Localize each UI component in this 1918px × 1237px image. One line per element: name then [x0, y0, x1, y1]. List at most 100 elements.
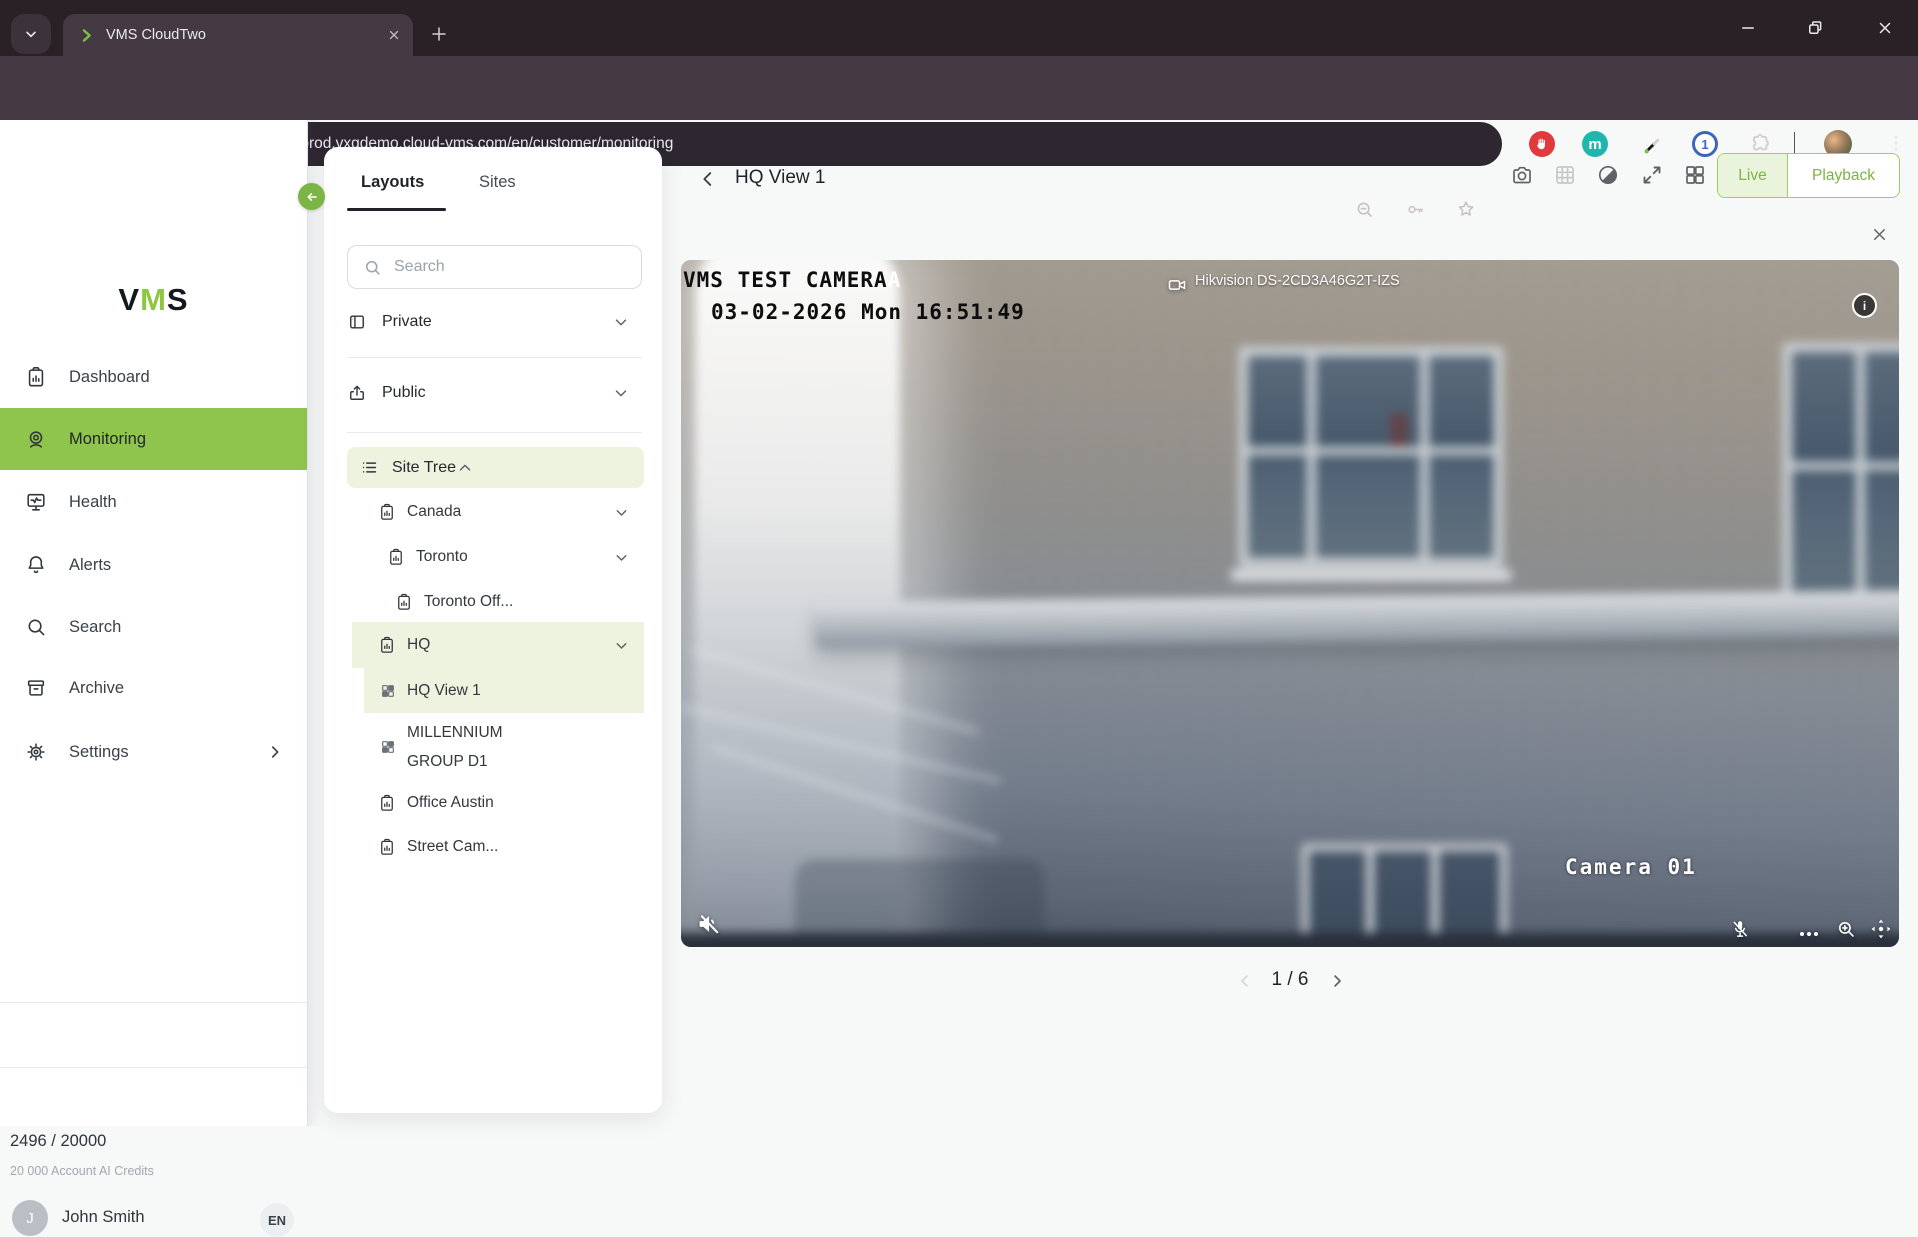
language-code: EN: [267, 1212, 287, 1228]
section-public[interactable]: Public: [347, 373, 644, 413]
adblock-extension-icon[interactable]: [1529, 131, 1555, 157]
close-view-icon[interactable]: [1870, 225, 1889, 244]
page-indicator: 1 / 6: [1271, 969, 1309, 990]
tree-item-label: MILLENNIUM GROUP D1: [407, 723, 503, 770]
building-window: [1239, 347, 1503, 567]
ai-credits-value: 2496 / 20000: [10, 1132, 107, 1150]
language-selector[interactable]: EN: [260, 1203, 294, 1237]
sidebar-item-archive[interactable]: Archive: [0, 657, 307, 719]
live-button[interactable]: Live: [1718, 154, 1788, 197]
tab-search-button[interactable]: [11, 14, 51, 54]
zoom-out-icon[interactable]: [1354, 199, 1375, 220]
playback-button[interactable]: Playback: [1788, 154, 1899, 197]
osd-datetime: 03-02-2026 Mon 16:51:49: [711, 300, 1025, 324]
page-title: HQ View 1: [735, 167, 826, 188]
camera-video-tile[interactable]: VMS TEST CAMERAA 03-02-2026 Mon 16:51:49…: [681, 260, 1899, 947]
digital-zoom-icon[interactable]: [1835, 918, 1857, 940]
eyedropper-extension-icon[interactable]: [1641, 131, 1667, 157]
browser-tab-strip: VMS CloudTwo: [0, 0, 1918, 56]
chevron-down-icon: [26, 31, 36, 38]
tree-item-toronto-office[interactable]: Toronto Off...: [395, 583, 644, 621]
tree-item-label: Canada: [407, 503, 462, 520]
camera-info-button[interactable]: i: [1852, 293, 1877, 318]
browser-menu-icon[interactable]: [1886, 133, 1906, 153]
sidebar-item-search[interactable]: Search: [0, 596, 307, 658]
page-prev-icon[interactable]: [1236, 972, 1254, 990]
sidebar-item-health[interactable]: Health: [0, 471, 307, 533]
device-name-label: Hikvision DS-2CD3A46G2T-IZS: [1195, 273, 1400, 289]
sidebar-item-label: Dashboard: [69, 367, 150, 386]
tree-item-millennium-group-d1[interactable]: MILLENNIUM GROUP D1: [364, 715, 644, 778]
site-icon: [398, 593, 410, 610]
contrast-icon[interactable]: [1596, 163, 1620, 187]
page-next-icon[interactable]: [1328, 972, 1346, 990]
sidebar-item-alerts[interactable]: Alerts: [0, 534, 307, 596]
tree-item-label: Toronto Off...: [424, 593, 514, 610]
film-strip-icon[interactable]: [1553, 163, 1577, 187]
sidebar-item-dashboard[interactable]: Dashboard: [0, 346, 307, 408]
tree-item-canada[interactable]: Canada: [378, 493, 644, 531]
app-sidebar: VMS Dashboard Monitoring Health Alerts S…: [0, 120, 307, 1237]
chevron-down-icon: [616, 509, 627, 516]
section-site-tree[interactable]: Site Tree: [347, 447, 644, 488]
browser-toolbar: cloudtwo-prod.vxgdemo.cloud-vms.com/en/c…: [0, 56, 1918, 217]
tab-title: VMS CloudTwo: [106, 27, 206, 43]
window-minimize-button[interactable]: [1739, 19, 1757, 37]
chevron-up-icon: [459, 464, 471, 471]
window-restore-button[interactable]: [1806, 19, 1824, 37]
building-window: [1783, 343, 1899, 605]
site-icon: [390, 548, 402, 565]
monica-letter: m: [1588, 135, 1602, 153]
password-key-icon[interactable]: [1405, 199, 1426, 220]
section-private[interactable]: Private: [347, 302, 644, 342]
bell-icon: [28, 556, 44, 574]
sidebar-collapse-button[interactable]: [298, 183, 325, 210]
search-input[interactable]: [394, 258, 614, 276]
dashboard-icon: [28, 367, 44, 387]
chevron-down-icon: [616, 554, 627, 561]
layout-grid-icon: [382, 740, 394, 753]
tab-sites[interactable]: Sites: [479, 173, 516, 192]
divider: [347, 432, 642, 433]
more-options-icon[interactable]: [1797, 922, 1821, 946]
snapshot-camera-icon[interactable]: [1510, 163, 1534, 187]
sidebar-item-monitoring[interactable]: Monitoring: [0, 408, 307, 470]
video-camera-icon: [1168, 280, 1186, 290]
onepassword-extension-icon[interactable]: 1: [1692, 131, 1718, 157]
onepassword-digit: 1: [1701, 136, 1709, 152]
health-monitor-icon: [27, 493, 45, 511]
user-name: John Smith: [62, 1208, 145, 1226]
monica-extension-icon[interactable]: m: [1582, 131, 1608, 157]
site-icon: [381, 636, 393, 653]
new-tab-button[interactable]: [430, 25, 448, 43]
ptz-pan-icon[interactable]: [1869, 917, 1893, 941]
ai-credits-caption: 20 000 Account AI Credits: [10, 1164, 154, 1178]
speaker-muted-icon[interactable]: [695, 910, 723, 938]
browser-tab[interactable]: VMS CloudTwo: [63, 14, 413, 56]
sidebar-item-settings[interactable]: Settings: [0, 721, 307, 783]
tree-item-label: Office Austin: [407, 794, 494, 811]
layout-views-icon[interactable]: [1683, 163, 1707, 187]
search-icon: [28, 619, 45, 636]
public-layouts-icon: [350, 385, 364, 400]
tree-item-hq-view-1[interactable]: HQ View 1: [364, 668, 644, 713]
mic-muted-icon[interactable]: [1729, 918, 1751, 940]
divider: [347, 357, 642, 358]
fullscreen-icon[interactable]: [1640, 163, 1664, 187]
layouts-panel: Layouts Sites Private Public Site Tree C…: [324, 147, 662, 1113]
user-avatar[interactable]: J: [12, 1200, 48, 1236]
tree-item-office-austin[interactable]: Office Austin: [378, 784, 644, 822]
tab-layouts[interactable]: Layouts: [361, 173, 424, 192]
hand-icon: [1536, 138, 1545, 150]
tree-item-hq[interactable]: HQ: [352, 622, 644, 668]
arrow-left-icon: [306, 192, 317, 201]
tree-item-toronto[interactable]: Toronto: [387, 538, 644, 576]
panel-search[interactable]: [347, 245, 642, 289]
bookmark-star-icon[interactable]: [1455, 198, 1477, 220]
chevron-down-icon: [615, 390, 627, 397]
tab-close-icon[interactable]: [387, 28, 401, 42]
tree-item-street-cam[interactable]: Street Cam...: [378, 828, 644, 866]
back-chevron-button[interactable]: [697, 168, 719, 190]
window-close-button[interactable]: [1876, 19, 1894, 37]
info-glyph: i: [1862, 298, 1867, 313]
